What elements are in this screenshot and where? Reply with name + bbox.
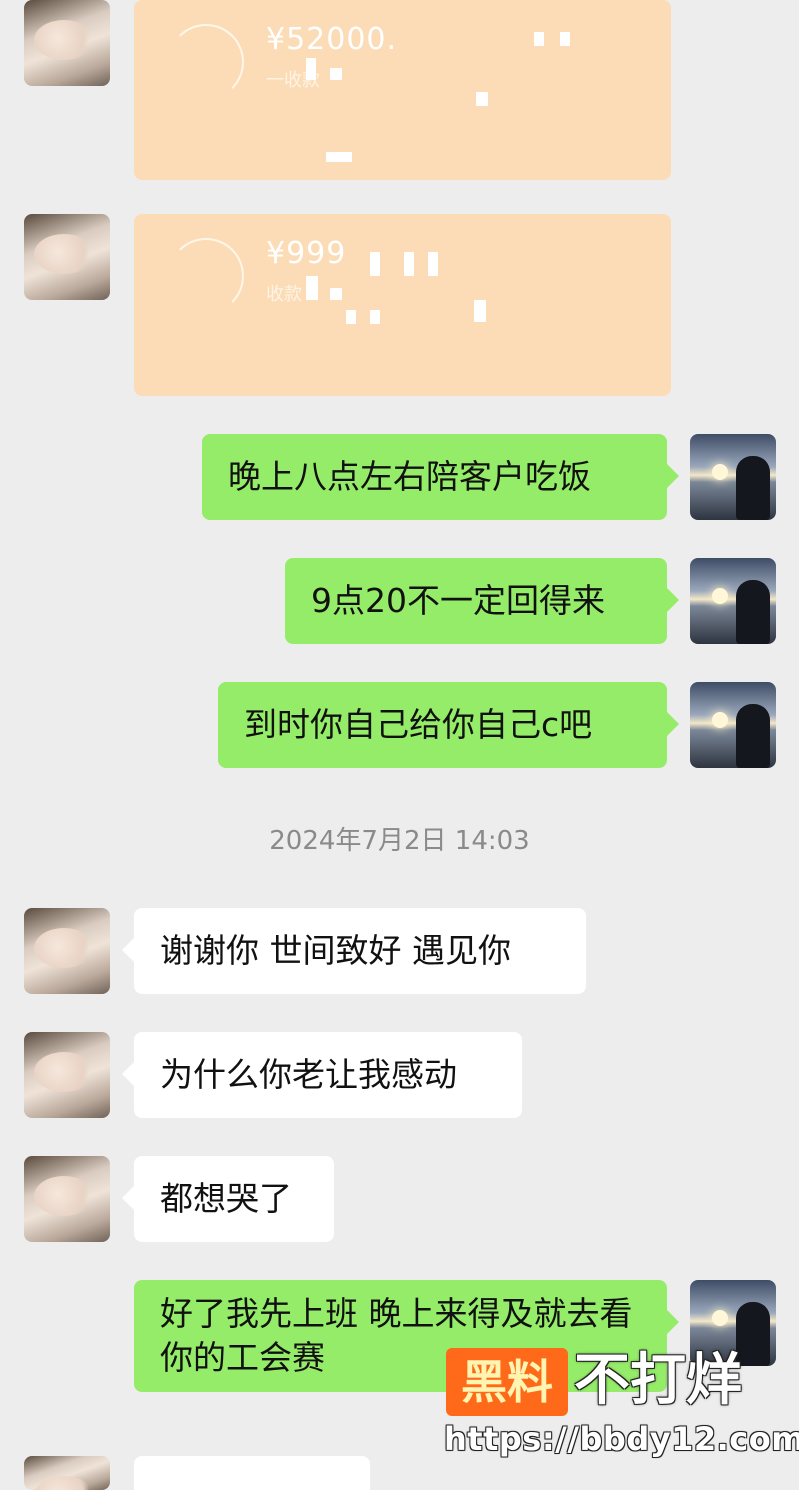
redaction-block — [370, 310, 380, 324]
transfer-icon — [168, 24, 244, 100]
redaction-block — [534, 32, 544, 46]
my-avatar[interactable] — [690, 682, 776, 768]
chat-timestamp: 2024年7月2日 14:03 — [269, 826, 530, 856]
transfer-card[interactable]: ¥52000. 一收款 — [134, 0, 671, 180]
contact-avatar[interactable] — [24, 908, 110, 994]
message-bubble-sent[interactable]: 9点20不一定回得来 — [285, 558, 679, 644]
watermark-logo: 黑料 — [446, 1348, 568, 1416]
redaction-block — [326, 152, 352, 162]
transfer-card[interactable]: ¥999 收款 — [134, 214, 671, 396]
message-bubble-received[interactable]: 谢谢你 世间致好 遇见你 — [122, 908, 586, 994]
contact-avatar[interactable] — [24, 1032, 110, 1118]
contact-avatar[interactable] — [24, 0, 110, 86]
watermark-url: https://bbdy12.com — [444, 1420, 799, 1458]
redaction-block — [306, 58, 316, 80]
redaction-block — [330, 288, 342, 300]
my-avatar[interactable] — [690, 434, 776, 520]
message-bubble-received[interactable]: 都想哭了 — [122, 1156, 334, 1242]
redaction-block — [476, 92, 488, 106]
redaction-block — [346, 310, 356, 324]
redaction-block — [560, 32, 570, 46]
redaction-block — [428, 252, 438, 276]
message-bubble-sent[interactable]: 晚上八点左右陪客户吃饭 — [202, 434, 679, 520]
contact-avatar[interactable] — [24, 1456, 110, 1490]
transfer-amount: ¥52000. — [266, 22, 398, 57]
message-bubble-sent[interactable]: 到时你自己给你自己c吧 — [218, 682, 679, 768]
message-bubble-received[interactable]: 为什么你老让我感动 — [122, 1032, 522, 1118]
transfer-amount: ¥999 — [266, 236, 347, 271]
contact-avatar[interactable] — [24, 214, 110, 300]
redaction-block — [330, 68, 342, 80]
redaction-block — [370, 252, 380, 276]
transfer-icon — [168, 238, 244, 314]
my-avatar[interactable] — [690, 558, 776, 644]
redaction-block — [474, 300, 486, 322]
message-bubble-received[interactable] — [134, 1456, 370, 1490]
redaction-block — [306, 276, 318, 300]
watermark-text: 不打烊 — [574, 1348, 742, 1413]
transfer-status: 收款 — [266, 284, 302, 305]
contact-avatar[interactable] — [24, 1156, 110, 1242]
redaction-block — [404, 252, 414, 276]
